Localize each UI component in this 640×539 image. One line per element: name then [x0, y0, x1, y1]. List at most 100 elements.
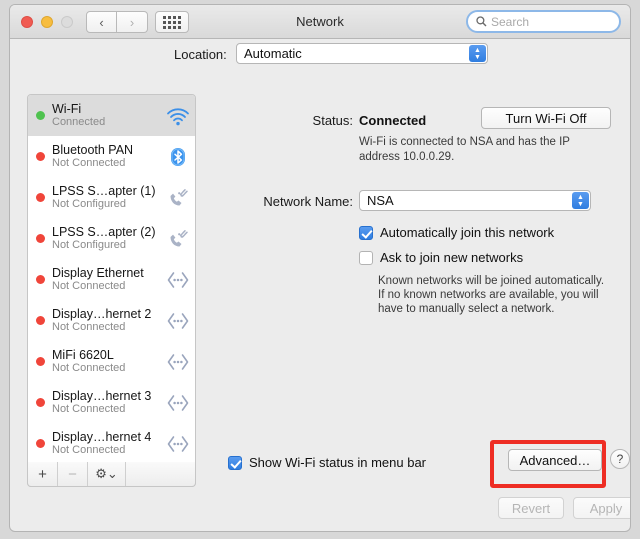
ask-join-label: Ask to join new networks — [380, 250, 524, 265]
network-service-row[interactable]: LPSS S…apter (2) Not Configured — [28, 218, 195, 259]
network-service-row[interactable]: Display…hernet 3 Not Connected — [28, 382, 195, 423]
window-titlebar: ‹ › Network — [10, 5, 630, 39]
network-service-text: LPSS S…apter (2) Not Configured — [52, 225, 161, 252]
location-row: Location: Automatic ▲ ▼ — [10, 39, 630, 71]
wifi-detail-panel: Status: Connected Turn Wi-Fi Off Wi-Fi i… — [206, 94, 630, 487]
network-service-status: Not Configured — [52, 239, 126, 251]
network-service-icon — [161, 392, 195, 414]
network-service-row[interactable]: Display…hernet 2 Not Connected — [28, 300, 195, 341]
network-service-status: Not Connected — [52, 280, 126, 292]
network-service-status: Connected — [52, 116, 106, 128]
ethernet-icon — [167, 312, 189, 329]
network-service-text: Display…hernet 4 Not Connected — [52, 430, 161, 457]
service-actions-button[interactable]: ⚙ ⌄ — [88, 462, 126, 486]
location-value: Automatic — [244, 46, 302, 61]
network-service-text: Display Ethernet Not Connected — [52, 266, 161, 293]
auto-join-checkbox[interactable] — [359, 226, 373, 240]
network-service-status: Not Connected — [52, 321, 126, 333]
bluetooth-icon — [171, 147, 185, 166]
network-service-row[interactable]: Display Ethernet Not Connected — [28, 259, 195, 300]
network-service-name: Display…hernet 4 — [52, 430, 152, 444]
network-service-status: Not Connected — [52, 157, 126, 169]
status-description: Wi-Fi is connected to NSA and has the IP… — [359, 136, 570, 163]
location-select[interactable]: Automatic ▲ ▼ — [236, 43, 488, 64]
chevron-updown-icon: ▲ ▼ — [469, 45, 486, 62]
auto-join-label: Automatically join this network — [380, 225, 555, 240]
network-service-name: Bluetooth PAN — [52, 143, 134, 157]
network-service-name: MiFi 6620L — [52, 348, 114, 362]
ethernet-icon — [167, 353, 189, 370]
search-icon — [476, 16, 487, 27]
search-input[interactable] — [491, 14, 611, 29]
modem-icon — [170, 229, 188, 246]
network-service-icon — [161, 187, 195, 209]
network-service-icon — [161, 433, 195, 455]
network-service-text: LPSS S…apter (1) Not Configured — [52, 184, 161, 211]
network-service-row[interactable]: Wi-Fi Connected — [28, 95, 195, 136]
sidebar-toolbar: + − ⚙ ⌄ — [27, 462, 196, 487]
network-service-name: Display Ethernet — [52, 266, 144, 280]
chevron-updown-icon: ▲ ▼ — [572, 192, 589, 209]
status-dot — [36, 234, 45, 243]
add-service-button[interactable]: + — [28, 462, 58, 486]
network-service-icon — [161, 310, 195, 332]
advanced-button[interactable]: Advanced… — [508, 449, 602, 471]
join-networks-hint: Known networks will be joined automatica… — [378, 275, 605, 315]
network-service-row[interactable]: LPSS S…apter (1) Not Configured — [28, 177, 195, 218]
status-dot — [36, 439, 45, 448]
chevron-down-icon: ⌄ — [106, 466, 118, 481]
status-dot — [36, 398, 45, 407]
network-service-row[interactable]: Display…hernet 4 Not Connected — [28, 423, 195, 464]
show-menubar-checkbox-row[interactable]: Show Wi-Fi status in menu bar — [228, 455, 426, 470]
show-menubar-label: Show Wi-Fi status in menu bar — [249, 455, 427, 470]
network-service-row[interactable]: Bluetooth PAN Not Connected — [28, 136, 195, 177]
network-service-text: MiFi 6620L Not Connected — [52, 348, 161, 375]
location-label: Location: — [174, 47, 227, 62]
network-service-text: Display…hernet 3 Not Connected — [52, 389, 161, 416]
status-value: Connected — [359, 113, 427, 128]
network-preferences-window: ‹ › Network Location: Automatic ▲▼ — [9, 4, 631, 532]
revert-button: Revert — [498, 497, 564, 519]
network-service-row[interactable]: MiFi 6620L Not Connected — [28, 341, 195, 382]
status-dot — [36, 111, 45, 120]
network-service-status: Not Connected — [52, 362, 126, 374]
network-service-icon — [161, 228, 195, 250]
network-service-icon — [161, 269, 195, 291]
network-name-select[interactable]: NSA ▲ ▼ — [359, 190, 591, 211]
network-service-icon — [161, 146, 195, 168]
gear-icon: ⚙ — [95, 466, 107, 481]
network-name-label: Network Name: — [263, 194, 353, 209]
ethernet-icon — [167, 435, 189, 452]
network-service-name: Wi-Fi — [52, 102, 82, 116]
ask-join-checkbox-row[interactable]: Ask to join new networks — [359, 250, 523, 265]
network-service-text: Display…hernet 2 Not Connected — [52, 307, 161, 334]
network-service-text: Wi-Fi Connected — [52, 102, 161, 129]
status-dot — [36, 316, 45, 325]
status-dot — [36, 152, 45, 161]
network-services-list[interactable]: Wi-Fi Connected Bluetooth PAN Not Connected… — [27, 94, 196, 487]
ethernet-icon — [167, 394, 189, 411]
wifi-icon — [167, 107, 189, 125]
network-service-icon — [161, 351, 195, 373]
ask-join-checkbox[interactable] — [359, 251, 373, 265]
network-service-name: LPSS S…apter (1) — [52, 184, 156, 198]
status-label: Status: — [312, 113, 353, 128]
network-service-status: Not Connected — [52, 444, 126, 456]
network-service-name: Display…hernet 2 — [52, 307, 152, 321]
network-service-icon — [161, 105, 195, 127]
show-menubar-checkbox[interactable] — [228, 456, 242, 470]
network-services-list-body: Wi-Fi Connected Bluetooth PAN Not Connected… — [28, 95, 195, 486]
ethernet-icon — [167, 271, 189, 288]
network-service-status: Not Configured — [52, 198, 126, 210]
network-service-name: Display…hernet 3 — [52, 389, 152, 403]
remove-service-button: − — [58, 462, 88, 486]
help-button[interactable]: ? — [610, 449, 630, 469]
auto-join-checkbox-row[interactable]: Automatically join this network — [359, 225, 554, 240]
turn-wifi-off-button[interactable]: Turn Wi-Fi Off — [481, 107, 611, 129]
modem-icon — [170, 188, 188, 205]
status-dot — [36, 357, 45, 366]
search-field[interactable] — [466, 10, 621, 33]
status-dot — [36, 193, 45, 202]
network-service-name: LPSS S…apter (2) — [52, 225, 156, 239]
status-dot — [36, 275, 45, 284]
